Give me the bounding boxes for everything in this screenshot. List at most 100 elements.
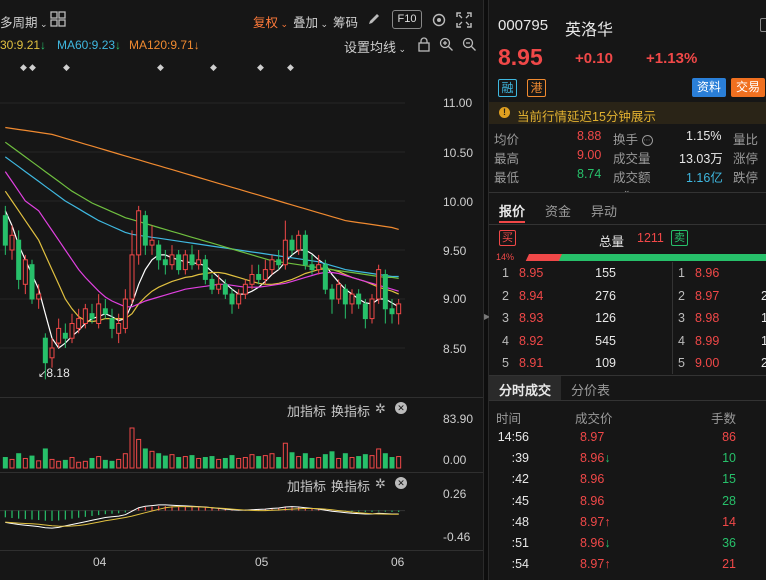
set-ma-dropdown[interactable]: 设置均线 ⌄	[344, 37, 406, 56]
low-price-value: 8.18	[46, 366, 70, 380]
price-tick: 10.00	[443, 195, 474, 209]
stat-label-volume: 成交量	[613, 152, 651, 166]
event-marker[interactable]: ◆	[210, 62, 217, 73]
volume-bar	[256, 456, 262, 469]
candle-body	[229, 293, 235, 305]
candle-body	[256, 274, 262, 280]
more-icon[interactable]: ⋯	[641, 135, 653, 147]
active-tab-underline	[499, 221, 525, 223]
period-selector[interactable]: 多周期 ⌄	[0, 12, 48, 31]
fuquan-label: 复权	[253, 16, 279, 30]
close-icon[interactable]: ✕	[395, 477, 407, 489]
moving-average-line	[4, 141, 399, 279]
candle-body	[236, 293, 242, 305]
trade-button[interactable]: 交易	[731, 78, 765, 97]
candle-body	[49, 347, 55, 359]
trades-tabs-divider	[489, 400, 766, 401]
turnover-label: 换手	[613, 133, 639, 147]
candle-body	[122, 298, 128, 329]
total-label: 总量	[599, 235, 625, 249]
event-marker[interactable]: ◆	[157, 62, 164, 73]
trade-volume: 15	[722, 472, 736, 487]
trades-header-time: 时间	[496, 412, 522, 426]
event-marker[interactable]: ◆	[29, 62, 36, 73]
overlay-dropdown[interactable]: 叠加 ⌄	[293, 12, 328, 31]
volume-bar	[222, 457, 228, 469]
event-marker[interactable]: ◆	[63, 62, 70, 73]
trade-price: 8.96↓	[580, 536, 611, 550]
candle-body	[336, 283, 342, 300]
volume-bar	[96, 456, 102, 469]
grid-layout-icon[interactable]	[50, 11, 66, 30]
volume-bar	[382, 453, 388, 469]
candle-body	[242, 283, 248, 295]
ma60-arrow: ↓	[115, 38, 122, 52]
hk-connect-tag: 港	[527, 79, 546, 97]
volume-bar	[62, 459, 68, 469]
tab-price-table[interactable]: 分价表	[571, 380, 610, 399]
stat-label-volratio: 量比	[733, 133, 759, 147]
fullscreen-icon[interactable]	[456, 12, 472, 31]
swap-indicator-button[interactable]: 换指标	[331, 401, 370, 420]
macd-chart[interactable]	[0, 490, 405, 550]
close-icon[interactable]: ✕	[395, 402, 407, 414]
add-indicator-button[interactable]: 加指标	[287, 401, 326, 420]
fuquan-dropdown[interactable]: 复权 ⌄	[253, 12, 288, 31]
stock-name: 英洛华	[565, 22, 614, 39]
settings-icon[interactable]	[431, 12, 447, 31]
tab-quote[interactable]: 报价	[499, 201, 525, 220]
candle-body	[102, 308, 108, 315]
volume-bar	[2, 457, 8, 469]
lock-icon[interactable]	[417, 37, 431, 55]
info-button[interactable]: 资料	[692, 78, 726, 97]
volume-bar	[156, 453, 162, 469]
candle-body	[129, 254, 135, 300]
f10-button[interactable]: F10	[392, 10, 422, 29]
volume-bar	[249, 454, 255, 469]
candle-body	[176, 254, 182, 271]
stat-label-low: 最低	[494, 171, 520, 185]
candle-body	[89, 313, 95, 320]
event-marker[interactable]: ◆	[287, 62, 294, 73]
candle-body	[36, 293, 42, 300]
volume-bar	[336, 457, 342, 469]
candle-body	[382, 274, 388, 310]
gear-icon[interactable]: ✲	[375, 401, 386, 417]
arrow-down-icon: ↓	[604, 536, 611, 550]
tab-tick-trades[interactable]: 分时成交	[499, 380, 551, 399]
zoom-out-icon[interactable]	[462, 37, 477, 55]
candlestick-chart[interactable]	[0, 80, 405, 395]
zoom-in-icon[interactable]	[439, 37, 454, 55]
date-tick: 06	[391, 555, 405, 569]
kline-chart-panel[interactable]: 多周期 ⌄ 复权 ⌄ 叠加 ⌄ 筹码 F10 30:9.21↓ MA60:9.2…	[0, 0, 483, 580]
chips-button[interactable]: 筹码	[333, 12, 358, 31]
delay-notice-text: 当前行情延迟15分钟展示	[517, 110, 656, 124]
volume-bar	[369, 455, 375, 469]
volume-chart[interactable]	[0, 420, 405, 470]
event-marker[interactable]: ◆	[257, 62, 264, 73]
candle-body	[262, 269, 268, 280]
trades-header-volume: 手数	[711, 412, 737, 426]
window-icon[interactable]	[760, 18, 766, 32]
volume-bar	[316, 457, 322, 469]
candle-body	[302, 234, 308, 266]
tab-anomaly[interactable]: 异动	[591, 201, 617, 220]
trade-price: 8.96	[580, 493, 605, 508]
event-marker[interactable]: ◆	[20, 62, 27, 73]
ask-level: 2	[678, 288, 685, 303]
candle-body	[389, 308, 395, 315]
candle-body	[189, 254, 195, 266]
volume-bar	[176, 457, 182, 469]
tab-funds[interactable]: 资金	[545, 201, 571, 220]
ask-price: 8.99	[695, 333, 720, 348]
volume-bar	[29, 455, 35, 469]
arrow-up-icon: ↑	[604, 514, 611, 529]
draw-pen-icon[interactable]	[367, 12, 381, 29]
volume-bar	[329, 451, 335, 469]
expand-chevron-icon[interactable]: ⌄	[623, 185, 631, 196]
trade-volume: 86	[722, 430, 736, 444]
stat-label-limitdown: 跌停	[733, 171, 759, 185]
panel-divider	[0, 472, 483, 473]
ma120-arrow: ↓	[193, 38, 200, 52]
warning-icon: !	[499, 107, 510, 118]
